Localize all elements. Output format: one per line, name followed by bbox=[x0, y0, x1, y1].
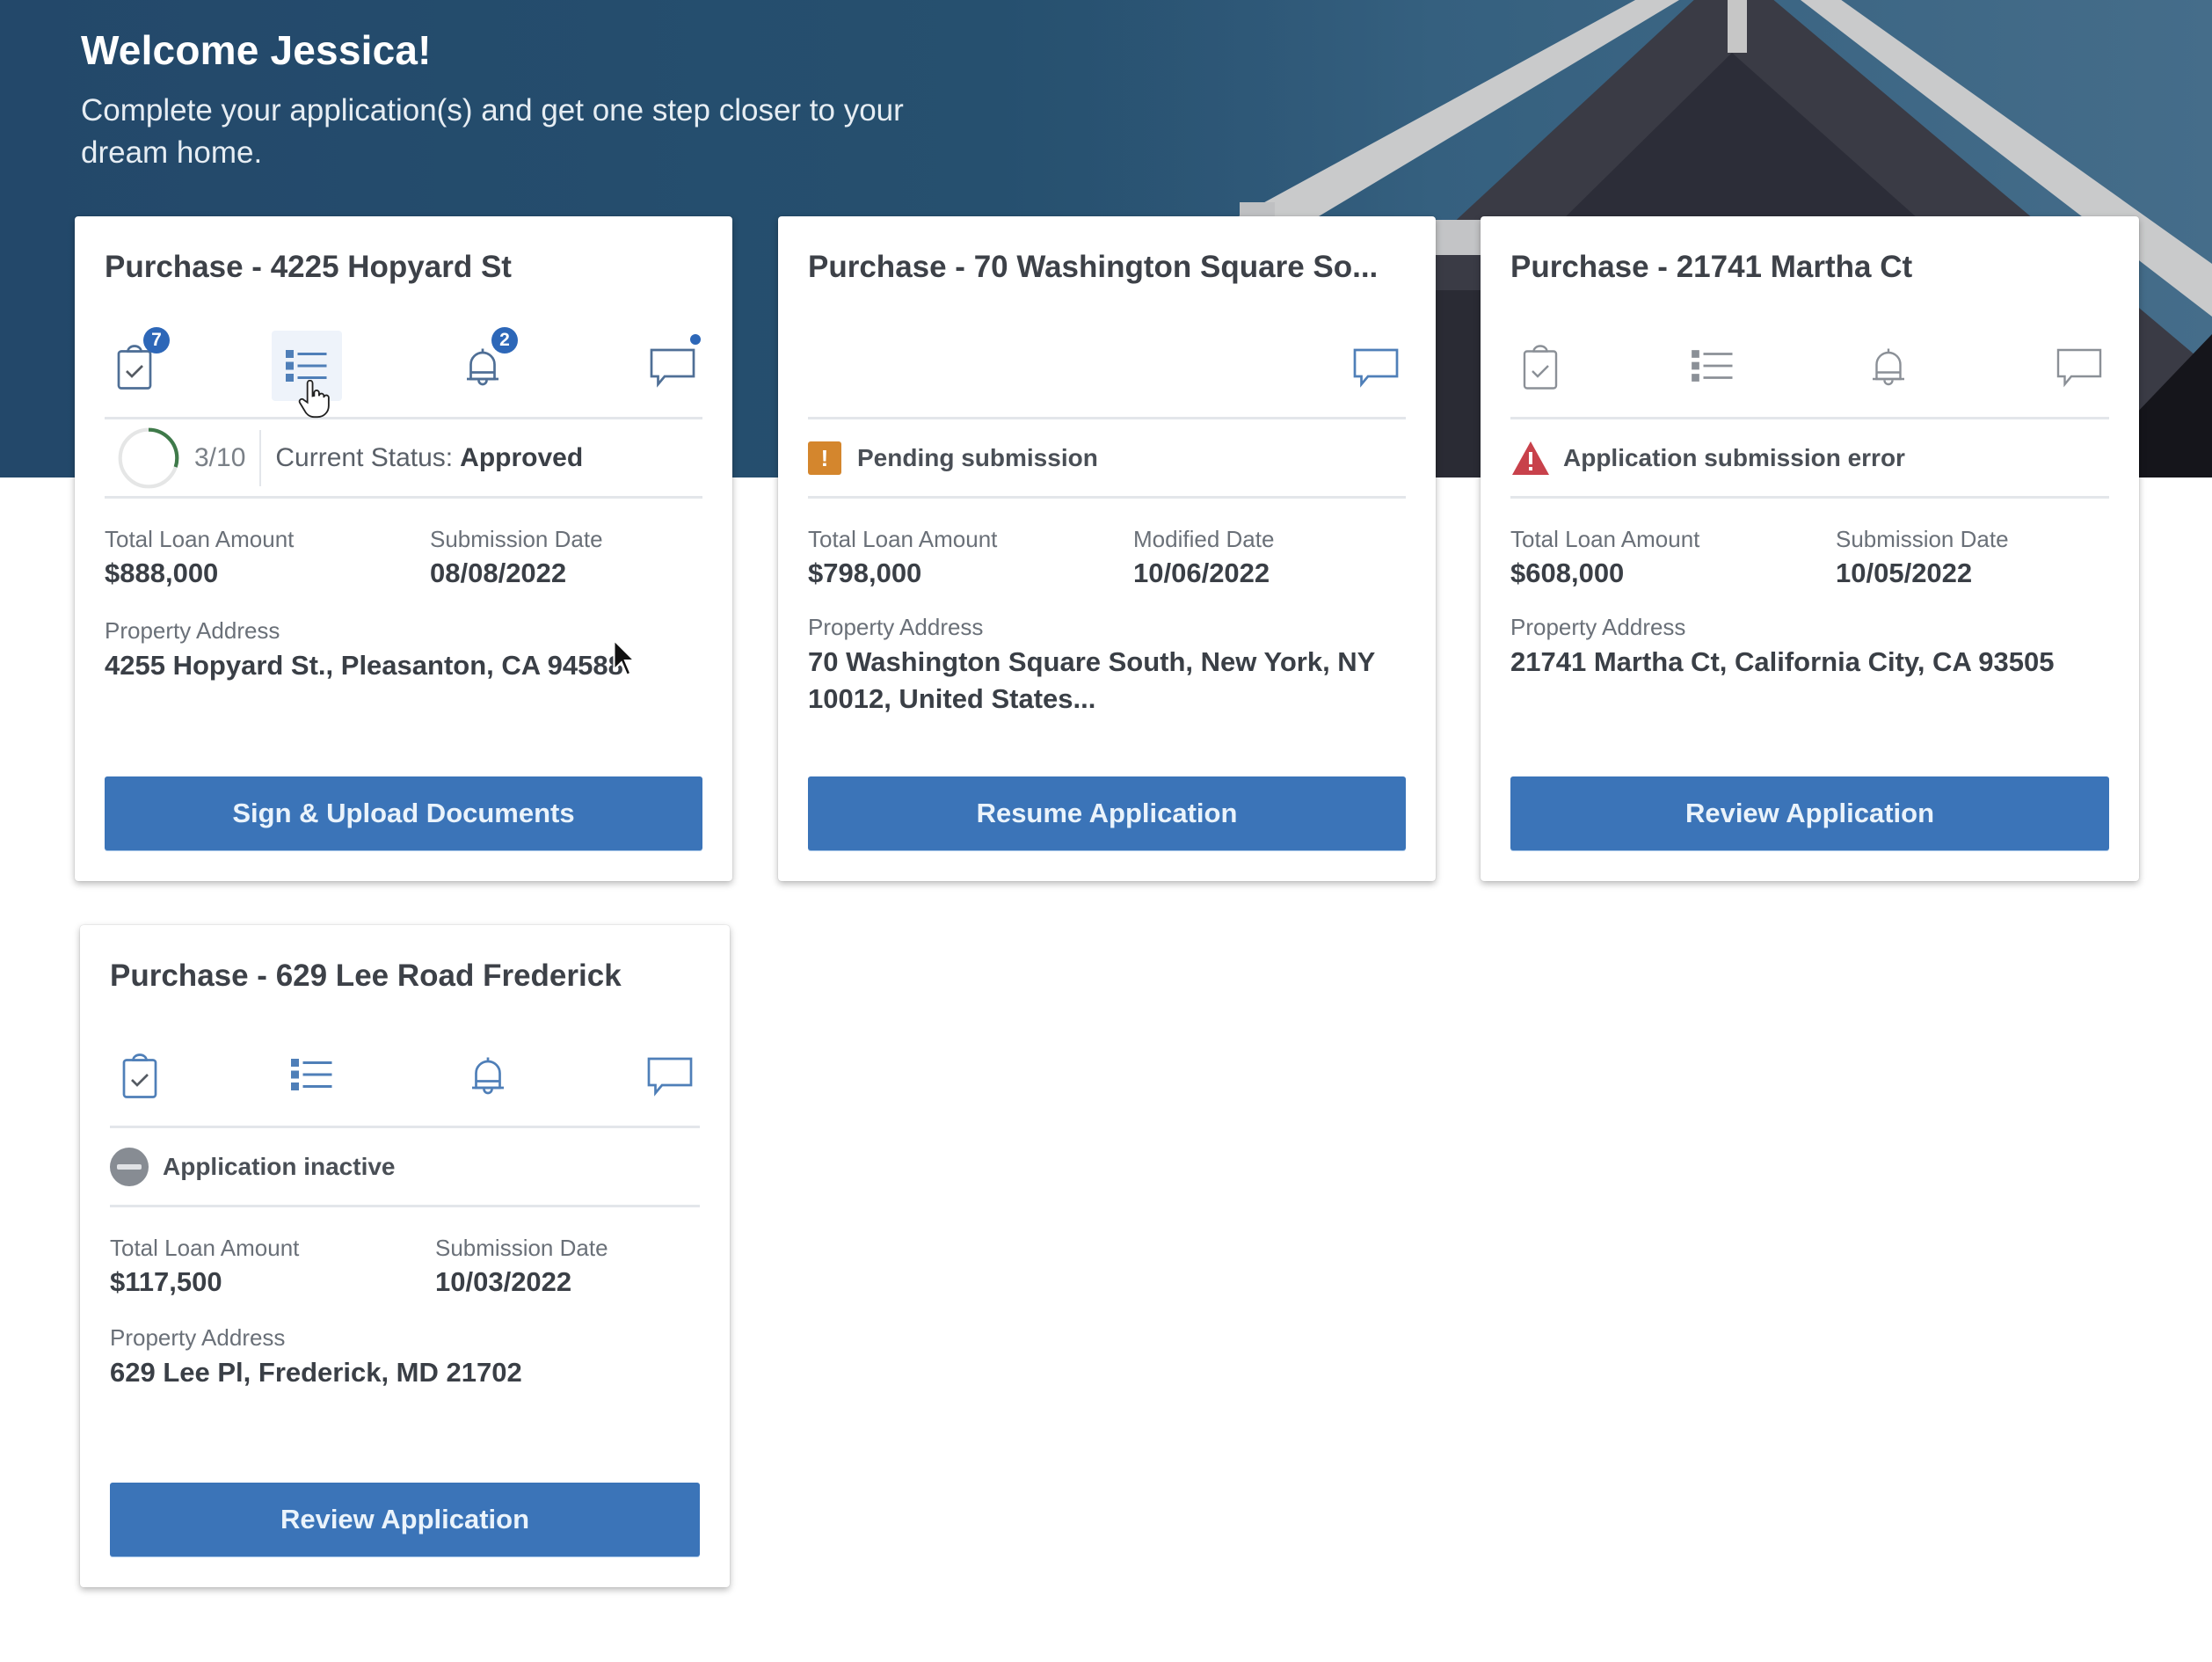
inactive-icon bbox=[110, 1148, 149, 1186]
card-title: Purchase - 21741 Martha Ct bbox=[1510, 250, 1913, 284]
loan-label: Total Loan Amount bbox=[808, 526, 998, 552]
resume-application-button[interactable]: Resume Application bbox=[808, 776, 1406, 850]
status-value: Approved bbox=[460, 443, 584, 472]
welcome-subtitle: Complete your application(s) and get one… bbox=[81, 93, 904, 170]
date-label: Submission Date bbox=[1836, 526, 2009, 552]
checklist-button[interactable] bbox=[1677, 331, 1748, 401]
card-title: Purchase - 629 Lee Road Frederick bbox=[110, 959, 622, 993]
list-icon bbox=[291, 1059, 332, 1090]
chat-icon bbox=[647, 1057, 693, 1097]
tasks-badge: 7 bbox=[143, 327, 170, 354]
application-card: Purchase - 21741 Martha Ct Application s… bbox=[1481, 216, 2139, 881]
status-row: ! Pending submission bbox=[808, 419, 1406, 498]
status-text: Application inactive bbox=[163, 1153, 396, 1180]
review-application-button[interactable]: Review Application bbox=[110, 1483, 700, 1556]
loan-value: $888,000 bbox=[105, 558, 219, 588]
loan-label: Total Loan Amount bbox=[110, 1235, 300, 1261]
date-label: Submission Date bbox=[435, 1235, 608, 1261]
bell-icon bbox=[1873, 348, 1904, 386]
alerts-button[interactable]: 2 bbox=[447, 327, 518, 401]
address-value: 21741 Martha Ct, California City, CA 935… bbox=[1510, 646, 2055, 677]
tasks-button[interactable] bbox=[105, 1039, 175, 1110]
messages-button[interactable] bbox=[637, 331, 708, 401]
status-text: Application submission error bbox=[1563, 444, 1905, 471]
status-row: Application submission error bbox=[1510, 419, 2109, 498]
card-actions bbox=[1510, 331, 2109, 401]
application-card: Purchase - 70 Washington Square So... ! … bbox=[778, 216, 1436, 881]
bell-icon bbox=[472, 1057, 504, 1095]
divider bbox=[1510, 496, 2109, 499]
card-actions bbox=[110, 1039, 700, 1110]
checklist-button[interactable] bbox=[272, 331, 342, 401]
card-title: Purchase - 4225 Hopyard St bbox=[105, 250, 512, 284]
alerts-button[interactable] bbox=[453, 1039, 523, 1110]
date-label: Submission Date bbox=[430, 526, 603, 552]
status-text: Pending submission bbox=[857, 444, 1098, 471]
list-icon bbox=[1692, 350, 1733, 382]
chat-icon bbox=[2056, 348, 2102, 388]
address-label: Property Address bbox=[1510, 614, 1686, 640]
warning-square-icon: ! bbox=[808, 441, 841, 475]
date-value: 10/05/2022 bbox=[1836, 558, 1973, 588]
address-value: 629 Lee Pl, Frederick, MD 21702 bbox=[110, 1357, 522, 1388]
progress-ring bbox=[118, 427, 179, 489]
loan-label: Total Loan Amount bbox=[105, 526, 295, 552]
application-card: Purchase - 4225 Hopyard St 7 2 3/10 Curr… bbox=[75, 216, 732, 881]
loan-value: $608,000 bbox=[1510, 558, 1625, 588]
clipboard-check-icon bbox=[1523, 345, 1558, 390]
date-label: Modified Date bbox=[1133, 526, 1275, 552]
unread-dot bbox=[690, 334, 701, 345]
alerts-badge: 2 bbox=[491, 327, 518, 354]
separator bbox=[259, 430, 262, 486]
review-application-button[interactable]: Review Application bbox=[1510, 776, 2109, 850]
application-card: Purchase - 629 Lee Road Frederick Applic… bbox=[80, 925, 730, 1587]
list-icon bbox=[286, 350, 327, 382]
card-actions bbox=[808, 331, 1406, 401]
status-row: Application inactive bbox=[110, 1127, 700, 1206]
messages-button[interactable] bbox=[1341, 331, 1411, 401]
error-triangle-icon bbox=[1512, 441, 1549, 475]
address-label: Property Address bbox=[808, 614, 984, 640]
chat-icon bbox=[650, 348, 695, 388]
tasks-button[interactable]: 7 bbox=[99, 327, 170, 401]
divider bbox=[808, 496, 1406, 499]
clipboard-check-icon bbox=[122, 1053, 157, 1098]
loan-value: $798,000 bbox=[808, 558, 922, 588]
card-actions: 7 2 bbox=[105, 327, 702, 401]
address-label: Property Address bbox=[105, 617, 280, 644]
alerts-button[interactable] bbox=[1853, 331, 1924, 401]
checklist-button[interactable] bbox=[277, 1039, 347, 1110]
loan-label: Total Loan Amount bbox=[1510, 526, 1700, 552]
address-label: Property Address bbox=[110, 1324, 286, 1351]
chat-icon bbox=[1353, 348, 1399, 388]
date-value: 10/06/2022 bbox=[1133, 558, 1270, 588]
status-label: Current Status: bbox=[275, 443, 454, 472]
messages-button[interactable] bbox=[635, 1039, 705, 1110]
welcome-title: Welcome Jessica! bbox=[81, 27, 432, 73]
divider bbox=[105, 496, 702, 499]
sign-upload-documents-button[interactable]: Sign & Upload Documents bbox=[105, 776, 702, 850]
divider bbox=[110, 1205, 700, 1207]
messages-button[interactable] bbox=[2044, 331, 2114, 401]
tasks-button[interactable] bbox=[1505, 331, 1575, 401]
date-value: 08/08/2022 bbox=[430, 558, 567, 588]
card-title: Purchase - 70 Washington Square So... bbox=[808, 250, 1379, 284]
date-value: 10/03/2022 bbox=[435, 1266, 572, 1297]
address-value: 70 Washington Square South, New York, NY… bbox=[808, 646, 1375, 714]
status-row: 3/10 Current Status: Approved bbox=[105, 419, 702, 498]
address-value: 4255 Hopyard St., Pleasanton, CA 94588 bbox=[105, 650, 623, 681]
progress-count: 3/10 bbox=[194, 443, 246, 472]
loan-value: $117,500 bbox=[110, 1266, 222, 1297]
